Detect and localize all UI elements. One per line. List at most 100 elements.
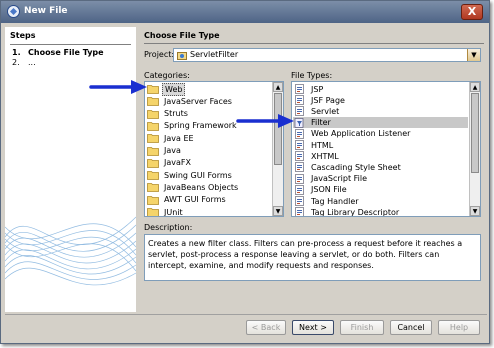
folder-icon [147,96,159,107]
list-item[interactable]: Struts [147,108,190,120]
list-item[interactable]: AWT GUI Forms [147,194,228,206]
list-item[interactable]: Web Application Listener [294,128,412,140]
annotation-arrow-icon [89,80,147,94]
step-item: 2.... [12,58,36,67]
finish-button[interactable]: Finish [340,320,384,335]
list-item[interactable]: Spring Framework [147,120,239,132]
scroll-down-icon[interactable]: ▼ [470,206,480,216]
list-item[interactable]: JavaScript File [294,173,369,185]
list-item[interactable]: JSP [294,83,325,95]
list-item[interactable]: XHTML [294,150,341,162]
file-types-label: File Types: [291,71,333,80]
list-item[interactable]: Cascading Style Sheet [294,161,403,173]
list-item[interactable]: JUnit [147,206,185,217]
netbeans-app-icon [7,5,20,18]
next-button[interactable]: Next > [292,320,334,335]
list-item[interactable]: Java [147,145,183,157]
tag-handler-icon [294,196,306,206]
step-number: 2. [12,58,20,67]
categories-label: Categories: [144,71,190,80]
list-item-label: Java EE [164,133,194,143]
list-item-label: Spring Framework [164,121,237,131]
folder-icon [147,170,159,180]
file-types-list[interactable]: ▲ ▼ JSP JSF Page Servlet Filter Web Applicat… [291,81,481,217]
folder-icon [147,146,159,156]
list-item[interactable]: JSF Page [294,94,347,106]
close-icon: X [467,5,477,18]
tag-library-icon [294,207,306,216]
scroll-up-icon[interactable]: ▲ [470,82,480,92]
folder-icon [147,207,159,216]
list-item-label: Struts [164,109,188,119]
list-item-label: Web [162,82,186,96]
step-item: 1. Choose File Type [12,48,104,57]
list-item-label: JavaScript File [311,174,368,184]
categories-scrollbar[interactable]: ▲ ▼ [272,82,283,216]
project-combobox[interactable]: ServletFilter ▼ [173,48,481,62]
window-title: New File [24,6,68,16]
list-item[interactable]: Java EE [147,132,196,144]
decorative-waves-image [5,216,136,286]
list-item-label: JSP [311,84,324,94]
list-item-label: Filter [311,118,331,128]
list-item[interactable]: Web [147,82,186,96]
close-button[interactable]: X [461,4,483,20]
steps-divider [10,44,131,45]
html-file-icon [294,140,306,150]
xhtml-file-icon [294,151,306,162]
list-item[interactable]: Servlet [294,105,341,117]
header-divider [144,43,484,44]
help-button[interactable]: Help [438,320,480,335]
list-item-label: HTML [311,140,334,150]
list-item[interactable]: JavaServer Faces [147,95,234,107]
javascript-file-icon [294,173,306,184]
list-item-label: JavaFX [164,158,191,168]
list-item-label: AWT GUI Forms [164,195,226,205]
list-item-label: Web Application Listener [311,129,411,139]
list-item[interactable]: Tag Handler [294,195,361,207]
scroll-up-icon[interactable]: ▲ [273,82,283,92]
page-title: Choose File Type [144,31,220,40]
project-label: Project: [144,50,175,59]
jsp-file-icon [294,84,306,94]
list-item-label: JUnit [164,207,183,217]
footer-divider [5,314,487,315]
scroll-thumb[interactable] [471,93,479,173]
list-item-label: Servlet [311,106,340,116]
description-label: Description: [144,223,193,232]
title-bar[interactable]: New File X [1,1,489,23]
back-button[interactable]: < Back [246,320,286,335]
list-item[interactable]: JavaBeans Objects [147,181,240,193]
step-label: ... [28,58,36,67]
list-item-label: JSON File [311,185,347,195]
folder-icon [147,121,159,131]
list-item[interactable]: JavaFX [147,157,193,169]
chevron-down-icon[interactable]: ▼ [467,49,480,61]
list-item-label: Tag Handler [311,196,359,206]
categories-list[interactable]: ▲ ▼ Web JavaServer Faces Struts Spring Fram… [144,81,284,217]
file-types-scrollbar[interactable]: ▲ ▼ [469,82,480,216]
project-value: ServletFilter [190,50,239,59]
list-item[interactable]: JSON File [294,184,349,196]
list-item[interactable]: Tag Library Descriptor [294,206,401,217]
list-item-label: JSF Page [311,95,345,105]
json-file-icon [294,184,306,195]
folder-icon [147,182,159,193]
list-item-label: Tag Library Descriptor [311,207,400,217]
css-file-icon [294,162,306,173]
folder-icon [147,109,159,119]
steps-panel: Steps 1. Choose File Type 2.... [5,27,136,312]
description-text: Creates a new filter class. Filters can … [144,234,481,281]
cancel-button[interactable]: Cancel [390,320,432,335]
project-icon [177,52,187,60]
list-item-label: Java [164,146,181,155]
scroll-down-icon[interactable]: ▼ [273,206,283,216]
list-item[interactable]: Swing GUI Forms [147,169,234,181]
list-item[interactable]: Filter [294,117,333,129]
folder-icon [147,133,159,144]
new-file-dialog: New File X Steps 1. Choose File Type 2...… [0,0,490,344]
list-item-label: XHTML [311,151,339,161]
step-label: Choose File Type [28,48,104,57]
list-item[interactable]: HTML [294,139,335,151]
folder-icon [147,195,159,205]
